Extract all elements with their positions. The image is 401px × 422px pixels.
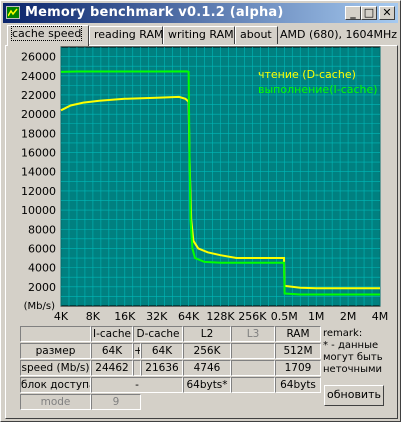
y-axis-label: (Mb/s) bbox=[24, 301, 55, 312]
y-tick-label: 12000 bbox=[21, 185, 56, 198]
y-tick-label: 26000 bbox=[21, 51, 56, 64]
y-tick-label: 22000 bbox=[21, 89, 56, 102]
remark-text: * - данные могут быть неточными bbox=[323, 340, 383, 375]
x-tick-label: 64K bbox=[178, 310, 200, 323]
tab-label: cache speed bbox=[10, 26, 83, 41]
legend-entry: чтение (D-cache) bbox=[258, 68, 356, 81]
size-plus: + bbox=[133, 343, 141, 359]
x-tick-label: 16K bbox=[114, 310, 136, 323]
speed-l3 bbox=[231, 360, 275, 376]
table-header-cell bbox=[20, 326, 91, 342]
x-tick-label: 0.5M bbox=[271, 310, 298, 323]
row-label-block: блок доступа bbox=[20, 377, 91, 393]
app-window: Memory benchmark v0.1.2 (alpha) _ □ ✕ ca… bbox=[0, 0, 401, 422]
speed-ram: 1709 bbox=[275, 360, 321, 376]
y-tick-label: 6000 bbox=[28, 242, 56, 255]
block-cache: - bbox=[91, 377, 183, 393]
x-tick-label: 4M bbox=[372, 310, 389, 323]
y-tick-label: 14000 bbox=[21, 166, 56, 179]
y-tick-label: 24000 bbox=[21, 70, 56, 83]
speed-icache: 24462 bbox=[91, 360, 133, 376]
remark-title: remark: bbox=[323, 328, 363, 339]
y-tick-label: 18000 bbox=[21, 127, 56, 140]
tab-cache-speed[interactable]: cache speed bbox=[7, 25, 89, 46]
y-tick-label: 8000 bbox=[28, 223, 56, 236]
legend-entry: выполнение(I-cache) bbox=[258, 83, 378, 96]
refresh-button[interactable]: обновить bbox=[324, 385, 384, 406]
size-l3 bbox=[231, 343, 275, 359]
size-l2: 256K bbox=[183, 343, 231, 359]
speed-plus bbox=[133, 360, 141, 376]
size-ram: 512M bbox=[275, 343, 321, 359]
x-tick-label: 128K bbox=[206, 310, 235, 323]
y-tick-label: 16000 bbox=[21, 147, 56, 160]
row-label-speed: speed (Mb/s) bbox=[20, 360, 91, 376]
speed-l2: 4746 bbox=[183, 360, 231, 376]
size-dcache: 64K bbox=[141, 343, 183, 359]
x-tick-label: 32K bbox=[146, 310, 168, 323]
row-label-mode: mode bbox=[20, 394, 91, 410]
table-header-l2: L2 bbox=[183, 326, 231, 342]
x-tick-label: 256K bbox=[238, 310, 267, 323]
row-label-size: размер bbox=[20, 343, 91, 359]
y-tick-label: 20000 bbox=[21, 108, 56, 121]
table-header-l3: L3 bbox=[231, 326, 275, 342]
x-tick-label: 2M bbox=[340, 310, 357, 323]
table-header-ram: RAM bbox=[275, 326, 321, 342]
mode-value: 9 bbox=[91, 394, 141, 410]
block-l2: 64byts* bbox=[183, 377, 231, 393]
y-tick-label: 2000 bbox=[28, 281, 56, 294]
block-l3 bbox=[231, 377, 275, 393]
x-tick-label: 8K bbox=[86, 310, 101, 323]
x-tick-label: 1M bbox=[308, 310, 325, 323]
x-tick-label: 4K bbox=[54, 310, 69, 323]
speed-chart: 2000 4000 6000 8000 10000 12000 14000 16000 1800… bbox=[21, 46, 389, 323]
block-ram: 64byts bbox=[275, 377, 321, 393]
speed-dcache: 21636 bbox=[141, 360, 183, 376]
table-header-icache: I-cache bbox=[91, 326, 133, 342]
size-icache: 64K bbox=[91, 343, 133, 359]
remark: remark: * - данные могут быть неточными bbox=[323, 328, 385, 376]
table-header-dcache: D-cache bbox=[133, 326, 183, 342]
y-tick-label: 10000 bbox=[21, 204, 56, 217]
y-tick-label: 4000 bbox=[28, 262, 56, 275]
